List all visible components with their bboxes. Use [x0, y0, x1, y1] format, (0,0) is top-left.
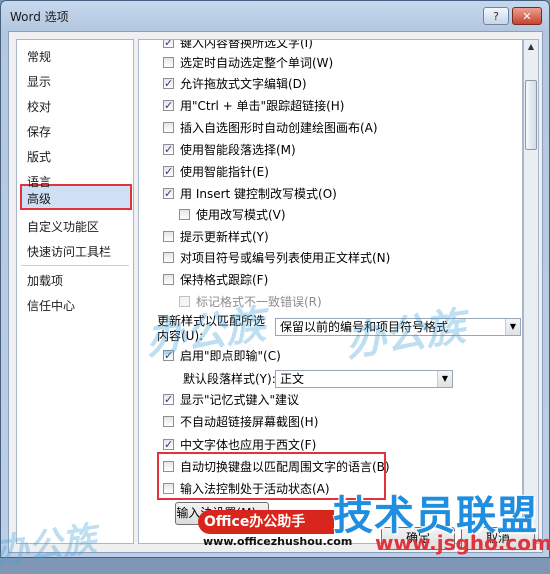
option-label: 用 Insert 键控制改写模式(O) [180, 187, 337, 201]
nav-item-save[interactable]: 保存 [27, 123, 51, 141]
checkbox[interactable] [163, 252, 174, 263]
checkbox[interactable] [163, 185, 174, 203]
option-label: 使用智能段落选择(M) [180, 143, 296, 157]
checkbox[interactable] [163, 483, 174, 494]
option-label: 标记格式不一致错误(R) [196, 295, 322, 309]
checkbox[interactable] [179, 209, 190, 220]
option-label: 显示"记忆式键入"建议 [180, 393, 300, 407]
nav-item-quick-access[interactable]: 快速访问工具栏 [27, 243, 111, 261]
checkbox[interactable] [163, 75, 174, 93]
option-label: 对项目符号或编号列表使用正文样式(N) [180, 251, 391, 265]
nav-item-advanced[interactable]: 高级 [27, 190, 51, 208]
option-label: 选定时自动选定整个单词(W) [180, 56, 334, 70]
checkbox[interactable] [163, 163, 174, 181]
checkbox[interactable] [163, 231, 174, 242]
title-bar: Word 选项 ? ✕ [1, 1, 549, 31]
checkbox[interactable] [163, 274, 174, 285]
dialog-client: 常规 显示 校对 保存 版式 语言 高级 自定义功能区 快速访问工具栏 加载项 … [8, 31, 543, 553]
update-style-label-line2: 内容(U): [157, 329, 204, 343]
window-title: Word 选项 [10, 10, 69, 24]
checkbox[interactable] [163, 97, 174, 115]
nav-item-customize-ribbon[interactable]: 自定义功能区 [27, 218, 99, 236]
scroll-up-icon[interactable]: ▲ [524, 40, 538, 54]
option-label: 启用"即点即输"(C) [180, 349, 281, 363]
advanced-options-panel: 键入内容替换所选文字(I) 选定时自动选定整个单词(W) 允许拖放式文字编辑(D… [138, 39, 523, 544]
nav-item-addins[interactable]: 加载项 [27, 272, 63, 290]
option-label: 自动切换键盘以匹配周围文字的语言(B) [180, 460, 390, 474]
scroll-thumb[interactable] [525, 80, 537, 150]
checkbox[interactable] [163, 40, 174, 52]
nav-item-proofing[interactable]: 校对 [27, 98, 51, 116]
update-style-label: 更新样式以匹配所选 [157, 314, 266, 328]
jsgho-url-watermark: www.jsgho.com [375, 531, 550, 555]
help-button[interactable]: ? [483, 7, 509, 25]
office-banner-watermark: Office办公助手 [198, 510, 334, 534]
nav-item-trust-center[interactable]: 信任中心 [27, 297, 75, 315]
option-label: 键入内容替换所选文字(I) [180, 39, 313, 50]
options-scrollbar[interactable]: ▲ ▼ [523, 39, 539, 544]
option-label: 允许拖放式文字编辑(D) [180, 77, 307, 91]
checkbox[interactable] [163, 436, 174, 454]
category-nav: 常规 显示 校对 保存 版式 语言 高级 自定义功能区 快速访问工具栏 加载项 … [16, 39, 134, 544]
option-label: 提示更新样式(Y) [180, 230, 269, 244]
close-button[interactable]: ✕ [512, 7, 542, 25]
checkbox [179, 296, 190, 307]
checkbox[interactable] [163, 391, 174, 409]
update-style-select[interactable]: 保留以前的编号和项目符号格式 ▼ [275, 318, 521, 336]
nav-item-layout[interactable]: 版式 [27, 148, 51, 166]
checkbox[interactable] [163, 347, 174, 365]
option-label: 不自动超链接屏幕截图(H) [180, 415, 319, 429]
nav-item-language[interactable]: 语言 [27, 173, 51, 191]
default-paragraph-style-value: 正文 [280, 372, 305, 386]
nav-item-general[interactable]: 常规 [27, 48, 51, 66]
checkbox[interactable] [163, 57, 174, 68]
chevron-down-icon: ▼ [505, 319, 520, 335]
default-paragraph-style-select[interactable]: 正文 ▼ [275, 370, 453, 388]
nav-item-display[interactable]: 显示 [27, 73, 51, 91]
word-options-window: Word 选项 ? ✕ 常规 显示 校对 保存 版式 语言 高级 自定义功能区 … [0, 0, 550, 558]
chevron-down-icon: ▼ [437, 371, 452, 387]
office-url-watermark: www.officezhushou.com [203, 535, 353, 548]
option-label: 使用改写模式(V) [196, 208, 286, 222]
option-label: 插入自选图形时自动创建绘图画布(A) [180, 121, 378, 135]
checkbox[interactable] [163, 122, 174, 133]
option-label: 用"Ctrl + 单击"跟踪超链接(H) [180, 99, 345, 113]
default-paragraph-style-label: 默认段落样式(Y): [183, 372, 276, 386]
option-label: 输入法控制处于活动状态(A) [180, 482, 330, 496]
update-style-value: 保留以前的编号和项目符号格式 [280, 320, 449, 334]
option-label: 保持格式跟踪(F) [180, 273, 269, 287]
checkbox[interactable] [163, 416, 174, 427]
nav-divider [21, 265, 129, 266]
checkbox[interactable] [163, 461, 174, 472]
option-label: 中文字体也应用于西文(F) [180, 438, 317, 452]
option-label: 使用智能指针(E) [180, 165, 269, 179]
checkbox[interactable] [163, 141, 174, 159]
